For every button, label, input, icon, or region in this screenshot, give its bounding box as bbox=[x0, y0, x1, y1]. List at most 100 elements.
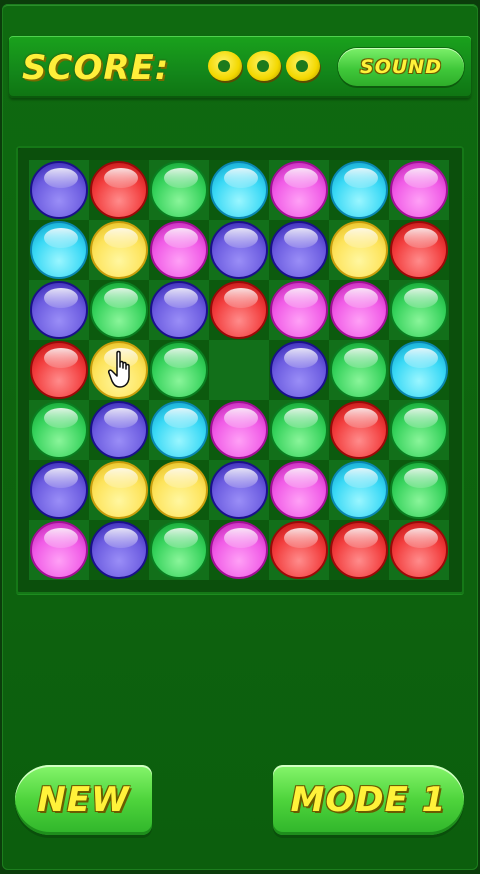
purple-ball[interactable] bbox=[30, 161, 88, 219]
board-cell[interactable] bbox=[29, 220, 89, 280]
board-cell[interactable] bbox=[269, 220, 329, 280]
board-cell[interactable] bbox=[29, 460, 89, 520]
magenta-ball[interactable] bbox=[210, 521, 268, 579]
cyan-ball[interactable] bbox=[390, 341, 448, 399]
magenta-ball[interactable] bbox=[330, 281, 388, 339]
magenta-ball[interactable] bbox=[270, 281, 328, 339]
cyan-ball[interactable] bbox=[210, 161, 268, 219]
green-ball[interactable] bbox=[390, 401, 448, 459]
board-cell[interactable] bbox=[329, 400, 389, 460]
green-ball[interactable] bbox=[150, 521, 208, 579]
board-cell[interactable] bbox=[329, 280, 389, 340]
board-cell[interactable] bbox=[209, 280, 269, 340]
red-ball[interactable] bbox=[210, 281, 268, 339]
yellow-ball[interactable] bbox=[90, 341, 148, 399]
board-cell[interactable] bbox=[29, 160, 89, 220]
red-ball[interactable] bbox=[270, 521, 328, 579]
magenta-ball[interactable] bbox=[270, 461, 328, 519]
board-cell[interactable] bbox=[209, 400, 269, 460]
purple-ball[interactable] bbox=[90, 521, 148, 579]
yellow-ball[interactable] bbox=[330, 221, 388, 279]
red-ball[interactable] bbox=[330, 401, 388, 459]
board-cell[interactable] bbox=[89, 160, 149, 220]
board-cell[interactable] bbox=[149, 520, 209, 580]
red-ball[interactable] bbox=[390, 221, 448, 279]
magenta-ball[interactable] bbox=[210, 401, 268, 459]
board-cell[interactable] bbox=[329, 220, 389, 280]
board-cell[interactable] bbox=[269, 280, 329, 340]
green-ball[interactable] bbox=[270, 401, 328, 459]
red-ball[interactable] bbox=[90, 161, 148, 219]
green-ball[interactable] bbox=[390, 281, 448, 339]
cyan-ball[interactable] bbox=[330, 461, 388, 519]
board-cell[interactable] bbox=[89, 400, 149, 460]
purple-ball[interactable] bbox=[150, 281, 208, 339]
green-ball[interactable] bbox=[150, 341, 208, 399]
purple-ball[interactable] bbox=[270, 341, 328, 399]
purple-ball[interactable] bbox=[210, 461, 268, 519]
yellow-ball[interactable] bbox=[90, 221, 148, 279]
yellow-ball[interactable] bbox=[150, 461, 208, 519]
green-ball[interactable] bbox=[90, 281, 148, 339]
board-cell[interactable] bbox=[149, 400, 209, 460]
board-cell[interactable] bbox=[149, 160, 209, 220]
green-ball[interactable] bbox=[150, 161, 208, 219]
cyan-ball[interactable] bbox=[330, 161, 388, 219]
board-cell[interactable] bbox=[29, 280, 89, 340]
board-cell[interactable] bbox=[269, 160, 329, 220]
board-cell[interactable] bbox=[209, 160, 269, 220]
board-cell[interactable] bbox=[209, 520, 269, 580]
board-cell[interactable] bbox=[389, 340, 449, 400]
red-ball[interactable] bbox=[330, 521, 388, 579]
board-cell[interactable] bbox=[89, 280, 149, 340]
magenta-ball[interactable] bbox=[150, 221, 208, 279]
board-cell[interactable] bbox=[209, 220, 269, 280]
board-cell[interactable] bbox=[329, 460, 389, 520]
board-cell[interactable] bbox=[329, 160, 389, 220]
board-cell[interactable] bbox=[389, 220, 449, 280]
purple-ball[interactable] bbox=[30, 281, 88, 339]
purple-ball[interactable] bbox=[90, 401, 148, 459]
green-ball[interactable] bbox=[390, 461, 448, 519]
board-cell[interactable] bbox=[389, 400, 449, 460]
cyan-ball[interactable] bbox=[30, 221, 88, 279]
board-cell[interactable] bbox=[329, 520, 389, 580]
board-cell[interactable] bbox=[149, 280, 209, 340]
board-cell[interactable] bbox=[149, 340, 209, 400]
yellow-ball[interactable] bbox=[90, 461, 148, 519]
red-ball[interactable] bbox=[30, 341, 88, 399]
board-cell[interactable] bbox=[89, 520, 149, 580]
board-cell[interactable] bbox=[89, 460, 149, 520]
mode-button[interactable]: MODE 1 bbox=[273, 765, 464, 835]
purple-ball[interactable] bbox=[210, 221, 268, 279]
board-cell[interactable] bbox=[389, 460, 449, 520]
purple-ball[interactable] bbox=[30, 461, 88, 519]
board-cell[interactable] bbox=[209, 460, 269, 520]
board-cell[interactable] bbox=[329, 340, 389, 400]
magenta-ball[interactable] bbox=[270, 161, 328, 219]
board-cell[interactable] bbox=[389, 520, 449, 580]
board-cell[interactable] bbox=[89, 340, 149, 400]
board-cell[interactable] bbox=[269, 400, 329, 460]
board-cell[interactable] bbox=[29, 520, 89, 580]
red-ball[interactable] bbox=[390, 521, 448, 579]
new-game-button[interactable]: NEW bbox=[15, 765, 152, 835]
board-cell[interactable] bbox=[209, 340, 269, 400]
magenta-ball[interactable] bbox=[30, 521, 88, 579]
board-cell[interactable] bbox=[29, 400, 89, 460]
board-cell[interactable] bbox=[149, 220, 209, 280]
board-cell[interactable] bbox=[389, 280, 449, 340]
purple-ball[interactable] bbox=[270, 221, 328, 279]
board-cell[interactable] bbox=[269, 460, 329, 520]
cyan-ball[interactable] bbox=[150, 401, 208, 459]
magenta-ball[interactable] bbox=[390, 161, 448, 219]
board-cell[interactable] bbox=[269, 520, 329, 580]
board-cell[interactable] bbox=[269, 340, 329, 400]
green-ball[interactable] bbox=[30, 401, 88, 459]
board-cell[interactable] bbox=[89, 220, 149, 280]
sound-button[interactable]: SOUND bbox=[338, 48, 464, 86]
board-cell[interactable] bbox=[29, 340, 89, 400]
board-cell[interactable] bbox=[149, 460, 209, 520]
green-ball[interactable] bbox=[330, 341, 388, 399]
board-cell[interactable] bbox=[389, 160, 449, 220]
